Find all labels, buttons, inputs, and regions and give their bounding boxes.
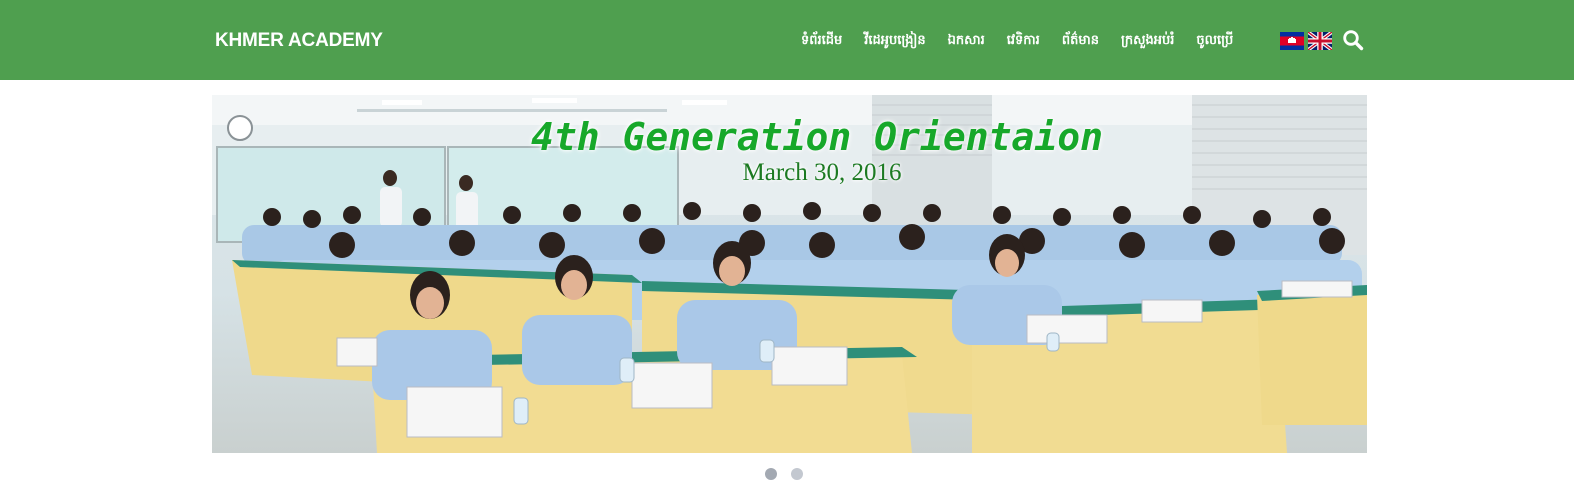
menu-item-forum[interactable]: វេទិការ [1007,32,1040,51]
menu-item-login[interactable]: ចូលប្រើ [1196,32,1233,51]
slide-caption-date: March 30, 2016 [742,159,902,186]
uk-flag-icon[interactable] [1308,32,1332,50]
slide-caption-title: 4th Generation Orientaion [531,115,1103,159]
menu-item-videos[interactable]: វីដេអូបង្រៀន [864,32,925,51]
hero-slider[interactable]: 4th Generation Orientaion March 30, 2016 [212,95,1367,453]
language-switcher [1280,32,1332,50]
slider-indicator-1[interactable] [765,468,777,480]
top-navbar: KHMER ACADEMY ទំព័រដើម វីដេអូបង្រៀន ឯកសា… [0,0,1574,80]
slider-indicator-2[interactable] [791,468,803,480]
site-brand-link[interactable]: KHMER ACADEMY [215,30,383,52]
menu-item-documents[interactable]: ឯកសារ [948,32,985,51]
menu-item-news[interactable]: ព័ត៌មាន [1062,32,1099,51]
main-menu: ទំព័រដើម វីដេអូបង្រៀន ឯកសារ វេទិការ ព័ត៌… [790,30,1244,52]
menu-item-home[interactable]: ទំព័រដើម [801,32,842,51]
cambodia-flag-icon[interactable] [1280,32,1304,50]
slider-indicators [765,468,803,480]
search-icon[interactable] [1342,29,1364,51]
menu-item-ministry[interactable]: ក្រសួងអប់រំ [1121,32,1174,51]
